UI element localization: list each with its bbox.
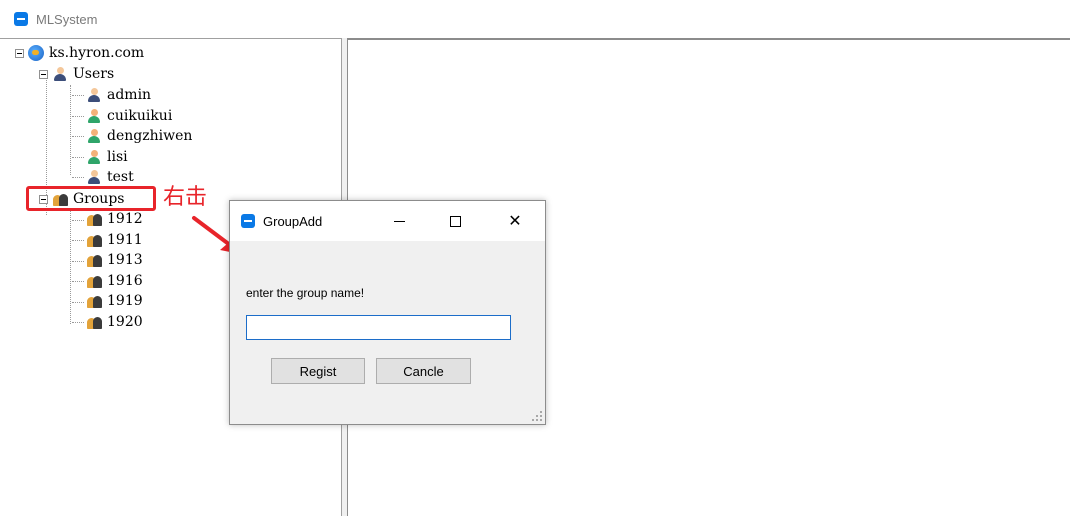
tree-connector	[70, 209, 71, 324]
tree-connector	[72, 302, 84, 303]
tree-node-user[interactable]: dengzhiwen	[86, 126, 192, 146]
tree-connector	[72, 136, 84, 137]
tree-connector	[72, 157, 84, 158]
tree-node-label: 1916	[107, 273, 143, 289]
group-icon	[86, 211, 102, 227]
tree-connector	[72, 240, 84, 241]
tree-node-root[interactable]: ks.hyron.com	[15, 43, 144, 63]
tree-node-user[interactable]: admin	[86, 85, 151, 105]
main-window: MLSystem ks.hyron.com Users admin cuikui…	[0, 0, 1070, 516]
tree-node-group[interactable]: 1911	[86, 230, 143, 250]
maximize-button[interactable]	[432, 201, 478, 241]
tree-connector	[72, 177, 84, 178]
domain-globe-icon	[28, 45, 44, 61]
app-icon	[14, 12, 28, 26]
group-name-prompt: enter the group name!	[246, 286, 365, 300]
close-button[interactable]: ✕	[492, 201, 538, 241]
collapse-icon[interactable]	[15, 48, 24, 58]
app-icon	[241, 214, 255, 228]
users-icon	[52, 66, 68, 82]
tree-node-label: Users	[73, 66, 115, 82]
tree-node-label: ks.hyron.com	[49, 45, 145, 61]
group-icon	[86, 252, 102, 268]
tree-node-group[interactable]: 1920	[86, 312, 143, 332]
resize-grip-icon[interactable]	[532, 411, 542, 421]
tree-connector	[70, 85, 71, 175]
tree-node-label: cuikuikui	[107, 108, 173, 124]
annotation-highlight-box	[26, 186, 156, 211]
tree-node-label: 1911	[107, 232, 143, 248]
tree-node-user[interactable]: cuikuikui	[86, 106, 172, 126]
group-icon	[86, 273, 102, 289]
dialog-title: GroupAdd	[263, 213, 323, 229]
annotation-label: 右击	[163, 185, 208, 210]
tree-node-user[interactable]: test	[86, 167, 134, 187]
minimize-icon	[393, 220, 405, 222]
tree-node-label: 1919	[107, 293, 143, 309]
tree-node-group[interactable]: 1912	[86, 209, 143, 229]
main-title-bar: MLSystem	[0, 0, 1070, 38]
tree-node-label: dengzhiwen	[107, 128, 193, 144]
tree-node-users[interactable]: Users	[39, 64, 114, 84]
group-icon	[86, 232, 102, 248]
close-icon: ✕	[508, 213, 522, 230]
regist-button[interactable]: Regist	[271, 358, 365, 384]
tree-connector	[72, 261, 84, 262]
tree-connector	[72, 322, 84, 323]
cancle-button[interactable]: Cancle	[376, 358, 471, 384]
tree-node-group[interactable]: 1919	[86, 291, 143, 311]
tree-connector	[72, 95, 84, 96]
dialog-title-bar[interactable]: GroupAdd ✕	[230, 201, 545, 241]
tree-node-group[interactable]: 1913	[86, 250, 143, 270]
tree-node-label: lisi	[107, 149, 128, 165]
tree-connector	[72, 281, 84, 282]
tree-node-label: 1920	[107, 314, 143, 330]
tree-node-group[interactable]: 1916	[86, 271, 143, 291]
group-add-dialog: GroupAdd ✕ enter the group name! Regist …	[229, 200, 546, 425]
user-icon	[86, 87, 102, 103]
group-name-input[interactable]	[246, 315, 511, 340]
tree-node-user[interactable]: lisi	[86, 147, 128, 167]
main-window-title: MLSystem	[36, 11, 98, 27]
user-icon	[86, 149, 102, 165]
tree-node-label: 1912	[107, 211, 143, 227]
collapse-icon[interactable]	[39, 69, 48, 79]
tree-connector	[72, 116, 84, 117]
tree-connector	[72, 220, 84, 221]
group-icon	[86, 314, 102, 330]
minimize-button[interactable]	[376, 201, 422, 241]
user-icon	[86, 169, 102, 185]
maximize-icon	[449, 215, 461, 227]
user-icon	[86, 108, 102, 124]
tree-node-label: test	[107, 169, 134, 185]
tree-node-label: 1913	[107, 252, 143, 268]
user-icon	[86, 128, 102, 144]
group-icon	[86, 293, 102, 309]
tree-node-label: admin	[107, 87, 152, 103]
